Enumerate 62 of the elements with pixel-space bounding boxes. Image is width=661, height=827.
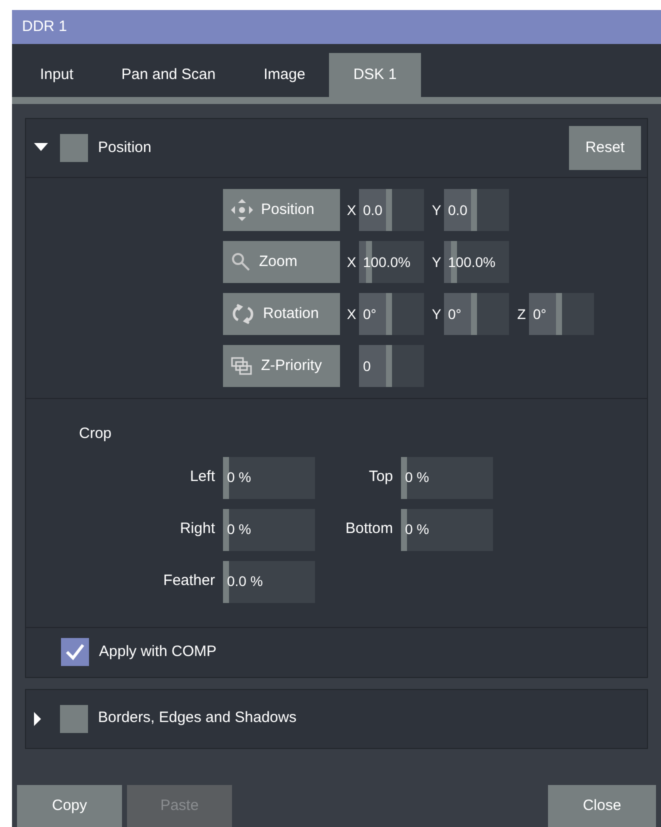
field-value: 0 %: [404, 468, 430, 487]
move-arrows-icon: [231, 199, 253, 221]
checkbox[interactable]: [60, 704, 88, 732]
axis-label: Z: [516, 304, 527, 324]
footer-button[interactable]: Copy: [17, 785, 122, 827]
crop-heading: Crop: [78, 424, 113, 444]
transform-button[interactable]: Zoom: [223, 241, 340, 283]
stacked-layers-icon: [231, 357, 253, 375]
field-value: 0.0 %: [226, 572, 263, 591]
field-label: Top: [368, 467, 394, 488]
slider-field[interactable]: 0°: [444, 293, 509, 335]
slider-field[interactable]: 0.0 %: [223, 560, 315, 602]
axis-label: X: [346, 200, 358, 220]
axis-label: X: [346, 304, 358, 324]
field-value: 0.0: [447, 200, 468, 220]
tab[interactable]: Image: [240, 53, 330, 97]
slider-field[interactable]: 0°: [359, 293, 424, 335]
slider-field[interactable]: 0.0: [444, 189, 509, 231]
section-title: Position: [98, 138, 152, 158]
axis-label: Y: [430, 304, 442, 324]
slider-field[interactable]: 0 %: [223, 508, 315, 550]
slider-field[interactable]: 0 %: [401, 508, 493, 550]
magnifier-icon: [231, 252, 251, 272]
checkbox-label: Apply with COMP: [99, 642, 217, 662]
axis-label: X: [346, 252, 358, 272]
slider-field[interactable]: 0°: [529, 293, 594, 335]
field-label: Feather: [162, 571, 216, 592]
field-value: 0 %: [226, 520, 252, 539]
footer-button[interactable]: Close: [548, 785, 656, 827]
field-value: 0 %: [226, 468, 252, 487]
field-value: 0: [362, 356, 371, 376]
slider-field[interactable]: 0.0: [359, 189, 424, 231]
tab[interactable]: Input: [16, 53, 98, 97]
transform-button[interactable]: Position: [223, 189, 340, 231]
slider-field[interactable]: 0 %: [401, 456, 493, 498]
reset-button[interactable]: Reset: [569, 126, 641, 170]
slider-field[interactable]: 100.0%: [359, 241, 424, 283]
checkbox[interactable]: [60, 134, 88, 162]
window-title: DDR 1: [22, 16, 68, 37]
transform-button[interactable]: Z-Priority: [223, 345, 340, 387]
transform-button[interactable]: Rotation: [223, 293, 340, 335]
field-value: 0°: [362, 304, 376, 324]
field-value: 0 %: [404, 520, 430, 539]
field-label: Right: [178, 519, 216, 540]
field-value: 0°: [532, 304, 546, 324]
field-value: 100.0%: [447, 252, 496, 272]
slider-field[interactable]: 100.0%: [444, 241, 509, 283]
rotate-arrows-icon: [231, 304, 255, 324]
checkbox[interactable]: [61, 638, 89, 666]
axis-label: Y: [430, 200, 442, 220]
caret-icon[interactable]: [34, 143, 50, 153]
section-title: Borders, Edges and Shadows: [98, 708, 296, 728]
field-label: Bottom: [344, 519, 394, 540]
tab[interactable]: Pan and Scan: [97, 53, 240, 97]
field-value: 100.0%: [362, 252, 410, 272]
field-value: 0.0: [362, 200, 382, 220]
slider-field[interactable]: 0 %: [223, 456, 315, 498]
axis-label: Y: [430, 252, 442, 272]
slider-field[interactable]: 0: [359, 345, 424, 387]
tab[interactable]: DSK 1: [329, 53, 421, 97]
field-value: 0°: [447, 304, 462, 324]
field-label: Left: [188, 467, 216, 488]
